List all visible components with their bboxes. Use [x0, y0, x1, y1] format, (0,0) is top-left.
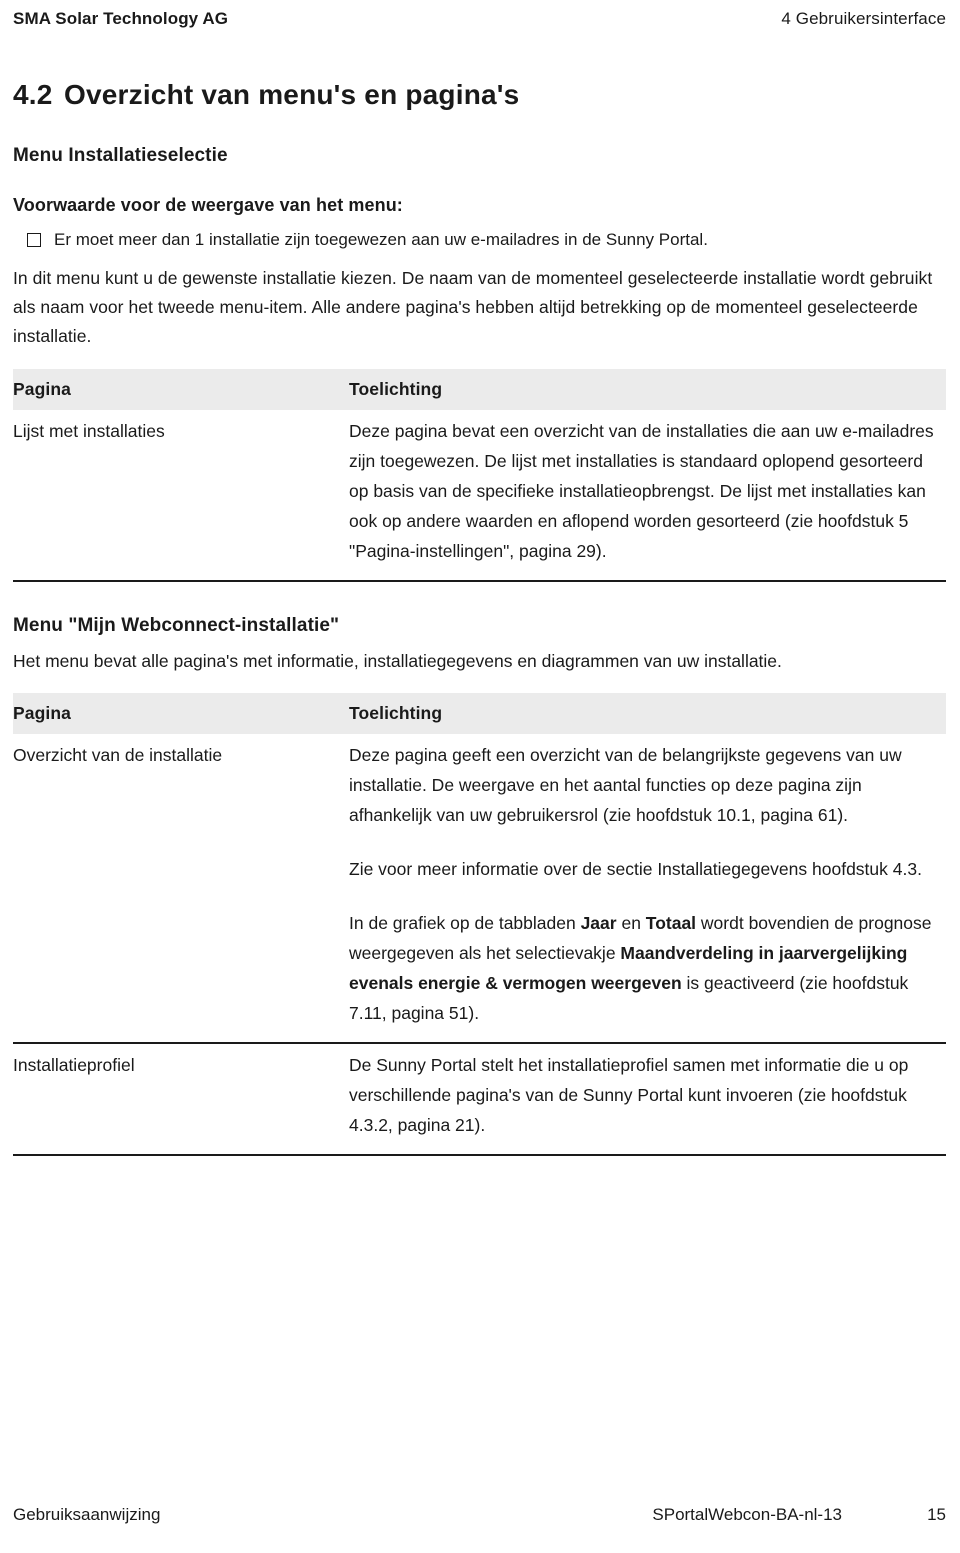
footer-doc-type: Gebruiksaanwijzing	[13, 1505, 161, 1524]
description-paragraph-1: Deze pagina geeft een overzicht van de b…	[349, 745, 902, 825]
table-row: Installatieprofiel De Sunny Portal stelt…	[13, 1043, 946, 1156]
paragraph-webconnect-intro: Het menu bevat alle pagina's met informa…	[13, 651, 782, 671]
condition-list-item: Er moet meer dan 1 installatie zijn toeg…	[13, 228, 946, 252]
description-paragraph-3: In de grafiek op de tabbladen Jaar en To…	[349, 908, 940, 1028]
cell-page-name: Overzicht van de installatie	[13, 734, 331, 1044]
column-header-pagina: Pagina	[13, 693, 331, 734]
running-footer: Gebruiksaanwijzing SPortalWebcon-BA-nl-1…	[13, 1504, 946, 1526]
paragraph-menu-description: In dit menu kunt u de gewenste installat…	[13, 268, 933, 346]
section-number: 4.2	[13, 79, 53, 110]
table-webconnect: Pagina Toelichting Overzicht van de inst…	[13, 693, 946, 1156]
condition-item-text: Er moet meer dan 1 installatie zijn toeg…	[54, 230, 708, 249]
p3-part-1: In de grafiek op de tabbladen	[349, 913, 581, 933]
checkbox-icon	[27, 233, 41, 247]
page-title: 4.2 Overzicht van menu's en pagina's	[13, 78, 946, 112]
column-header-toelichting: Toelichting	[331, 693, 946, 734]
footer-page-number: 15	[927, 1505, 946, 1524]
p3-part-2: en	[616, 913, 646, 933]
table-row: Overzicht van de installatie Deze pagina…	[13, 734, 946, 1044]
cell-page-name: Lijst met installaties	[13, 410, 331, 582]
page-content: 4.2 Overzicht van menu's en pagina's Men…	[13, 78, 946, 1156]
document-page: SMA Solar Technology AG 4 Gebruikersinte…	[0, 0, 960, 1553]
cell-page-description: Deze pagina geeft een overzicht van de b…	[331, 734, 946, 1044]
column-header-pagina: Pagina	[13, 369, 331, 410]
header-company: SMA Solar Technology AG	[13, 9, 229, 28]
column-header-toelichting: Toelichting	[331, 369, 946, 410]
table-header-row: Pagina Toelichting	[13, 693, 946, 734]
heading-menu-webconnect: Menu "Mijn Webconnect-installatie"	[13, 615, 340, 636]
heading-condition: Voorwaarde voor de weergave van het menu…	[13, 195, 403, 215]
table-row: Lijst met installaties Deze pagina bevat…	[13, 410, 946, 582]
table-header-row: Pagina Toelichting	[13, 369, 946, 410]
running-header: SMA Solar Technology AG 4 Gebruikersinte…	[13, 8, 946, 30]
section-title-text: Overzicht van menu's en pagina's	[64, 79, 520, 110]
heading-menu-installatieselectie: Menu Installatieselectie	[13, 145, 228, 166]
cell-page-description: De Sunny Portal stelt het installatiepro…	[331, 1043, 946, 1156]
description-paragraph-2: Zie voor meer informatie over de sectie …	[349, 859, 922, 879]
cell-page-name: Installatieprofiel	[13, 1043, 331, 1156]
cell-page-description: Deze pagina bevat een overzicht van de i…	[331, 410, 946, 582]
header-chapter: 4 Gebruikersinterface	[781, 9, 946, 28]
p3-bold-totaal: Totaal	[645, 913, 697, 933]
table-installatieselectie: Pagina Toelichting Lijst met installatie…	[13, 369, 946, 582]
p3-bold-jaar: Jaar	[580, 913, 617, 933]
footer-doc-id: SPortalWebcon-BA-nl-13	[652, 1505, 842, 1524]
